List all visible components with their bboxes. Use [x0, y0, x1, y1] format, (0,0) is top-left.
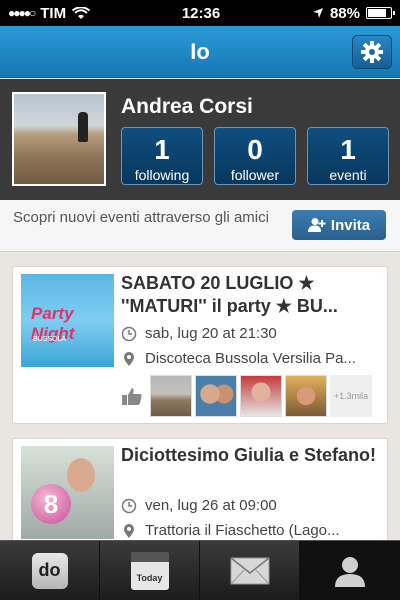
calendar-icon: Today — [130, 551, 169, 590]
tab-messages[interactable] — [200, 541, 300, 600]
invite-button[interactable]: Invita — [292, 210, 386, 240]
envelope-icon — [230, 556, 269, 584]
event-datetime: sab, lug 20 at 21:30 — [145, 325, 277, 342]
settings-button[interactable] — [352, 35, 392, 69]
tab-today[interactable]: Today — [100, 541, 200, 600]
thumbnail-face — [67, 458, 95, 492]
status-bar: ●●●●○ TIM 12:36 88% — [0, 0, 400, 26]
clock: 12:36 — [181, 4, 221, 22]
following-stat[interactable]: 1 following — [121, 127, 203, 185]
friend-avatar[interactable] — [240, 375, 282, 417]
stat-label: follower — [230, 167, 280, 183]
event-datetime-row: ven, lug 26 at 09:00 — [121, 497, 381, 514]
wifi-icon — [72, 6, 91, 19]
more-likes-count[interactable]: +1.3mila — [330, 375, 372, 417]
event-title: Diciottesimo Giulia e Stefano! — [121, 445, 377, 465]
invite-text: Scopri nuovi eventi attraverso gli amici — [13, 209, 269, 226]
navigation-bar: Io — [0, 26, 400, 78]
invite-strip: Scopri nuovi eventi attraverso gli amici… — [0, 200, 400, 252]
gear-icon — [361, 41, 383, 63]
events-stat[interactable]: 1 eventi — [307, 127, 389, 185]
follower-stat[interactable]: 0 follower — [214, 127, 296, 185]
invite-button-label: Invita — [330, 216, 371, 234]
event-location-row: Discoteca Bussola Versilia Pa... — [121, 350, 381, 367]
battery-percent: 88% — [329, 4, 360, 22]
calendar-label: Today — [136, 572, 163, 583]
battery-fill — [367, 9, 387, 17]
event-thumbnail: 8 — [21, 446, 114, 539]
add-person-icon — [307, 218, 326, 232]
tab-bar: do Today — [0, 540, 400, 600]
location-arrow-icon — [312, 8, 323, 18]
event-location: Trattoria il Fiaschetto (Lago... — [145, 522, 340, 539]
stat-label: following — [134, 167, 190, 183]
carrier-label: TIM — [40, 4, 67, 22]
event-title: SABATO 20 LUGLIO ★ ''MATURI'' il party ★… — [121, 273, 338, 316]
event-thumbnail: Party Night BUSSOLA — [21, 274, 114, 367]
balloon: 8 — [31, 484, 71, 524]
stat-value: 1 — [154, 134, 170, 165]
tab-do[interactable]: do — [0, 541, 100, 600]
profile-name: Andrea Corsi — [121, 95, 253, 118]
thumbs-up-icon[interactable] — [121, 386, 143, 406]
friend-avatar[interactable] — [285, 375, 327, 417]
stat-value: 1 — [340, 134, 356, 165]
event-card[interactable]: 8 Diciottesimo Giulia e Stefano! ven, lu… — [12, 438, 388, 548]
battery-icon — [365, 7, 395, 19]
friend-avatar[interactable] — [150, 375, 192, 417]
map-pin-icon — [124, 523, 134, 538]
event-datetime-row: sab, lug 20 at 21:30 — [121, 325, 381, 342]
page-title: Io — [190, 39, 210, 64]
clock-icon — [121, 498, 137, 513]
event-datetime: ven, lug 26 at 09:00 — [145, 497, 277, 514]
do-icon: do — [31, 552, 68, 589]
event-card[interactable]: Party Night BUSSOLA SABATO 20 LUGLIO ★ '… — [12, 266, 388, 424]
avatar[interactable] — [12, 92, 106, 186]
thumbnail-subtext: BUSSOLA — [33, 336, 67, 343]
avatar-person — [78, 112, 88, 142]
event-location: Discoteca Bussola Versilia Pa... — [145, 350, 356, 367]
friend-avatar[interactable] — [195, 375, 237, 417]
person-icon — [334, 556, 365, 587]
signal-icon: ●●●●○ — [8, 6, 36, 20]
clock-icon — [121, 326, 137, 341]
friends-row: +1.3mila — [121, 375, 372, 417]
event-location-row: Trattoria il Fiaschetto (Lago... — [121, 522, 381, 539]
profile-header: Andrea Corsi 1 following 0 follower 1 ev… — [0, 79, 400, 200]
map-pin-icon — [124, 351, 134, 366]
stat-label: eventi — [329, 167, 367, 183]
tab-profile[interactable] — [300, 541, 400, 600]
stat-value: 0 — [247, 134, 263, 165]
